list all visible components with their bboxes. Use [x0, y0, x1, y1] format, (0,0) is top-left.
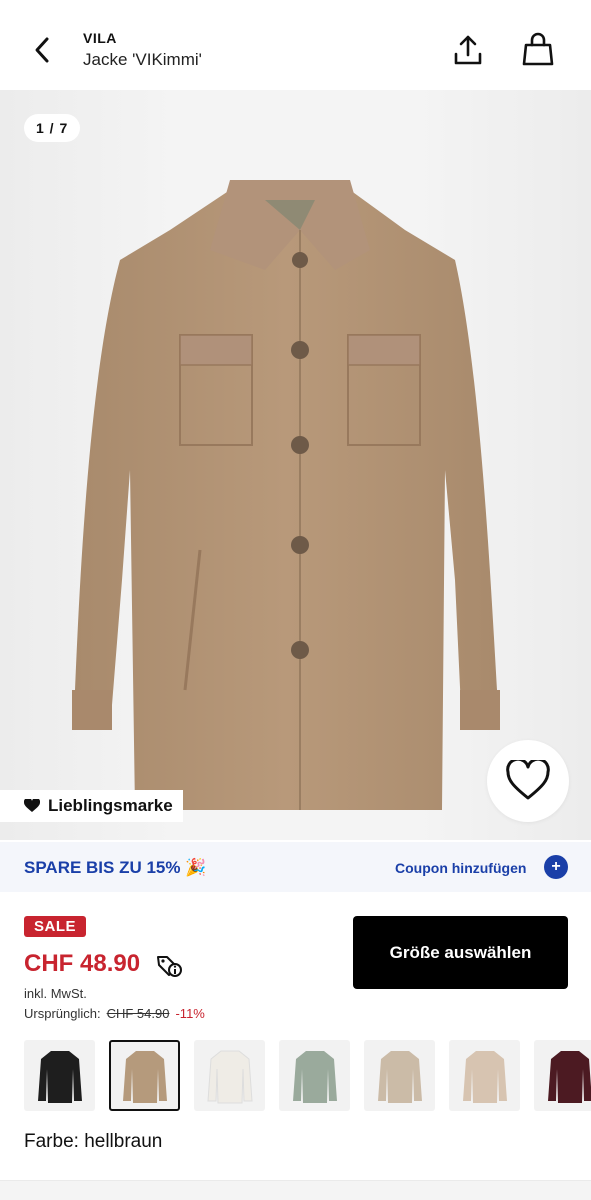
heart-outline-icon: [506, 760, 550, 800]
discount-percent: -11%: [175, 1006, 205, 1021]
color-swatch-beige[interactable]: [364, 1040, 435, 1111]
original-price-row: Ursprünglich: CHF 54.90 -11%: [24, 1006, 205, 1021]
product-image: [72, 180, 500, 810]
color-swatch-list: [24, 1040, 591, 1112]
product-image-gallery[interactable]: 1 / 7 Lieblingsmarke: [0, 90, 591, 840]
shopping-bag-icon: [522, 32, 554, 66]
favorite-brand-label: Lieblingsmarke: [48, 796, 173, 815]
vat-note: inkl. MwSt.: [24, 986, 87, 1001]
product-title: Jacke 'VIKimmi': [83, 50, 202, 69]
brand-name[interactable]: VILA: [83, 30, 117, 46]
swatch-jacket-image: [37, 1050, 82, 1103]
promo-bar: SPARE BIS ZU 15% 🎉 Coupon hinzufügen: [0, 842, 591, 892]
back-button[interactable]: [24, 30, 60, 70]
swatch-jacket-image: [462, 1050, 507, 1103]
favorite-brand-badge[interactable]: Lieblingsmarke: [0, 790, 183, 822]
heart-filled-icon: [24, 799, 40, 812]
swatch-jacket-image: [292, 1050, 337, 1103]
share-button[interactable]: [448, 30, 488, 70]
share-icon: [454, 35, 482, 65]
add-coupon-button[interactable]: +: [544, 855, 568, 879]
color-swatch-light-beige[interactable]: [449, 1040, 520, 1111]
color-swatch-burgundy[interactable]: [534, 1040, 591, 1111]
chevron-left-icon: [35, 37, 49, 63]
color-swatch-sage[interactable]: [279, 1040, 350, 1111]
swatch-jacket-image: [377, 1050, 422, 1103]
swatch-jacket-image: [206, 1050, 253, 1103]
section-divider: [0, 1180, 591, 1200]
wishlist-button[interactable]: [487, 740, 569, 822]
swatch-jacket-image: [547, 1050, 591, 1103]
image-counter: 1 / 7: [24, 114, 81, 142]
top-bar: VILA Jacke 'VIKimmi': [0, 0, 591, 90]
sale-badge: SALE: [24, 916, 87, 937]
select-size-button[interactable]: Größe auswählen: [353, 916, 568, 989]
original-price: CHF 54.90: [106, 1006, 170, 1021]
add-coupon-link[interactable]: Coupon hinzufügen: [395, 860, 526, 876]
price-info-icon[interactable]: [155, 953, 183, 979]
color-swatch-white[interactable]: [194, 1040, 265, 1111]
color-swatch-black[interactable]: [24, 1040, 95, 1111]
color-swatch-hellbraun[interactable]: [109, 1040, 180, 1111]
current-price: CHF 48.90: [24, 950, 141, 977]
original-price-label: Ursprünglich:: [24, 1006, 101, 1021]
cart-button[interactable]: [518, 28, 558, 70]
swatch-jacket-image: [122, 1050, 167, 1103]
selected-color-label: Farbe: hellbraun: [24, 1131, 163, 1152]
promo-text: SPARE BIS ZU 15% 🎉: [24, 858, 207, 877]
